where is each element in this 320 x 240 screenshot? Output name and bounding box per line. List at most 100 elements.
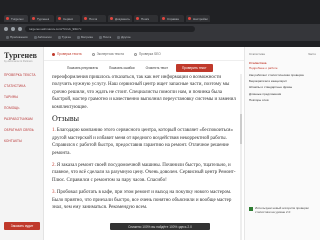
tab-label: Настройки	[193, 16, 208, 21]
stats-label: Статистика	[249, 52, 265, 56]
bookmark-icon	[117, 35, 121, 39]
tab-label: Документы	[115, 16, 131, 21]
section-link-text[interactable]: Подробнее о работе	[249, 66, 278, 70]
bookmark-item[interactable]: Метрика	[76, 35, 93, 39]
doc-heading: Отзывы	[52, 114, 80, 124]
sidebar-item-developers[interactable]: Разработчикам	[0, 113, 43, 124]
order-audit-button[interactable]: Заказать аудит	[4, 222, 40, 230]
list-number: 2.	[52, 163, 56, 169]
scrollbar-thumb[interactable]	[240, 114, 242, 144]
right-panel: Статистика Чисто Стилистика Подробнее о …	[244, 47, 320, 240]
bookmark-item[interactable]: Почта	[98, 35, 112, 39]
section-title: Стилистика	[245, 56, 320, 65]
mode-tab[interactable]: Проверка текста	[52, 52, 82, 56]
favicon-icon	[188, 17, 191, 20]
list-item: 2.Я заказал ремонт своей посудомоечной м…	[52, 162, 238, 184]
list-number: 3.	[52, 190, 56, 196]
show-results-button[interactable]: Показать результаты	[64, 65, 101, 71]
app-area: Тургенев by Ashmanov & Partners Проверка…	[0, 47, 320, 240]
logo-subtitle: by Ashmanov & Partners	[4, 60, 33, 63]
sidebar: Тургенев by Ashmanov & Partners Проверка…	[0, 47, 44, 240]
tab-label: Turgenev	[11, 16, 24, 21]
tab-label: Справка	[167, 16, 179, 21]
browser-chrome: Turgenev Тургенев Сервис Почта Документы…	[0, 0, 320, 47]
browser-tab[interactable]: Документы	[108, 15, 132, 22]
logo[interactable]: Тургенев	[0, 47, 43, 60]
favicon-icon	[110, 17, 113, 20]
list-item: 1.Благодарю компанию этого сервисного це…	[52, 127, 238, 157]
radio-icon	[133, 52, 137, 56]
toolbar: Показать результаты Показать ошибки Очис…	[64, 63, 239, 72]
tab-label: Тургенев	[37, 16, 50, 21]
favicon-icon	[58, 17, 61, 20]
radio-icon	[52, 52, 55, 56]
back-icon[interactable]	[4, 26, 8, 31]
bookmark-label: Почта	[102, 35, 112, 39]
bookmark-label: Ashmanov	[37, 35, 52, 39]
sidebar-item-tariffs[interactable]: Тарифы	[0, 91, 43, 102]
favicon-icon	[6, 17, 9, 20]
sidebar-item-stats[interactable]: Статистика	[0, 80, 43, 91]
bookmark-icon	[33, 35, 37, 39]
reviews-list: 1.Благодарю компанию этого сервисного це…	[52, 127, 238, 211]
mode-tab-label: Экспертиза текста	[96, 52, 124, 56]
mode-tabs: Проверка текста Экспертиза текста Провер…	[52, 52, 161, 56]
address-bar: turgenev.ashmanov.com/?t=rub_9l1b7c	[0, 24, 320, 33]
bookmark-icon	[76, 35, 80, 39]
bookmark-item[interactable]: Турген	[57, 35, 71, 39]
favicon-icon	[162, 17, 165, 20]
browser-tab[interactable]: Поиск	[134, 15, 158, 22]
browser-tab[interactable]: Почта	[82, 15, 106, 22]
bookmark-label: Приложения	[10, 35, 28, 39]
check-text-button[interactable]: Проверить текст	[176, 63, 213, 72]
bookmark-icon	[98, 35, 102, 39]
tab-label: Поиск	[141, 16, 150, 21]
status-label: Чисто	[307, 52, 316, 56]
favicon-icon	[136, 17, 139, 20]
bookmark-item[interactable]: Ashmanov	[33, 35, 52, 39]
bookmarks-bar: Приложения Ashmanov Турген Метрика Почта…	[0, 33, 320, 41]
document-text[interactable]: переоформления пришлось отказаться, так …	[52, 74, 238, 240]
sidebar-item-check[interactable]: Проверка текста	[0, 69, 43, 80]
url-input[interactable]: turgenev.ashmanov.com/?t=rub_9l1b7c	[25, 25, 195, 32]
review-text: Пробовал работать в кафе, при этом ремон…	[52, 190, 232, 211]
clear-text-button[interactable]: Очистить текст	[143, 65, 171, 71]
bookmark-item[interactable]: Другие	[117, 35, 131, 39]
review-text: Я заказал ремонт своей посудомоечной маш…	[52, 163, 236, 183]
review-text: Благодарю компанию этого сервисного цент…	[52, 128, 233, 156]
sidebar-item-help[interactable]: Помощь	[0, 102, 43, 113]
mode-header: Проверка текста Экспертиза текста Провер…	[44, 47, 244, 61]
bookmark-label: Другие	[121, 35, 131, 39]
mode-tab-label: Проверка SEO	[138, 52, 161, 56]
forward-icon[interactable]	[11, 26, 15, 31]
show-errors-button[interactable]: Показать ошибки	[106, 65, 138, 71]
tab-label: Сервис	[63, 16, 74, 21]
favicon-icon	[84, 17, 87, 20]
browser-tab[interactable]: Сервис	[56, 15, 80, 22]
bookmark-label: Метрика	[80, 35, 93, 39]
bookmark-label: Турген	[61, 35, 71, 39]
browser-tab[interactable]: Справка	[160, 15, 184, 22]
mode-tab[interactable]: Экспертиза текста	[91, 52, 124, 56]
browser-tab[interactable]: Настройки	[186, 15, 210, 22]
note-item: Повторы слов	[249, 97, 269, 102]
bookmark-icon	[57, 35, 61, 39]
browser-tab[interactable]: Turgenev	[4, 15, 28, 22]
mode-tab[interactable]: Проверка SEO	[133, 52, 161, 56]
section-title-text: Стилистика	[249, 61, 267, 65]
mode-tab-label: Проверка текста	[57, 52, 82, 56]
bottom-note: Используем новый алгоритм проверки стили…	[249, 206, 317, 214]
sidebar-item-feedback[interactable]: Обратная связь	[0, 124, 43, 135]
bookmark-item[interactable]: Приложения	[6, 35, 28, 39]
list-item: 3.Пробовал работать в кафе, при этом рем…	[52, 189, 238, 211]
browser-tab[interactable]: Тургенев	[30, 15, 54, 22]
list-number: 1.	[52, 128, 56, 134]
document-scrollbar[interactable]	[240, 74, 242, 240]
tab-label: Почта	[89, 16, 98, 21]
radio-icon	[91, 52, 95, 56]
zoom-tooltip: Снижено 100% вы найдёте 100% здесь 2.0	[110, 223, 210, 230]
sidebar-menu: Проверка текста Статистика Тарифы Помощь…	[0, 69, 43, 146]
reload-icon[interactable]	[18, 26, 22, 31]
sidebar-item-contacts[interactable]: Контакты	[0, 135, 43, 146]
tab-bar: Turgenev Тургенев Сервис Почта Документы…	[0, 14, 320, 23]
